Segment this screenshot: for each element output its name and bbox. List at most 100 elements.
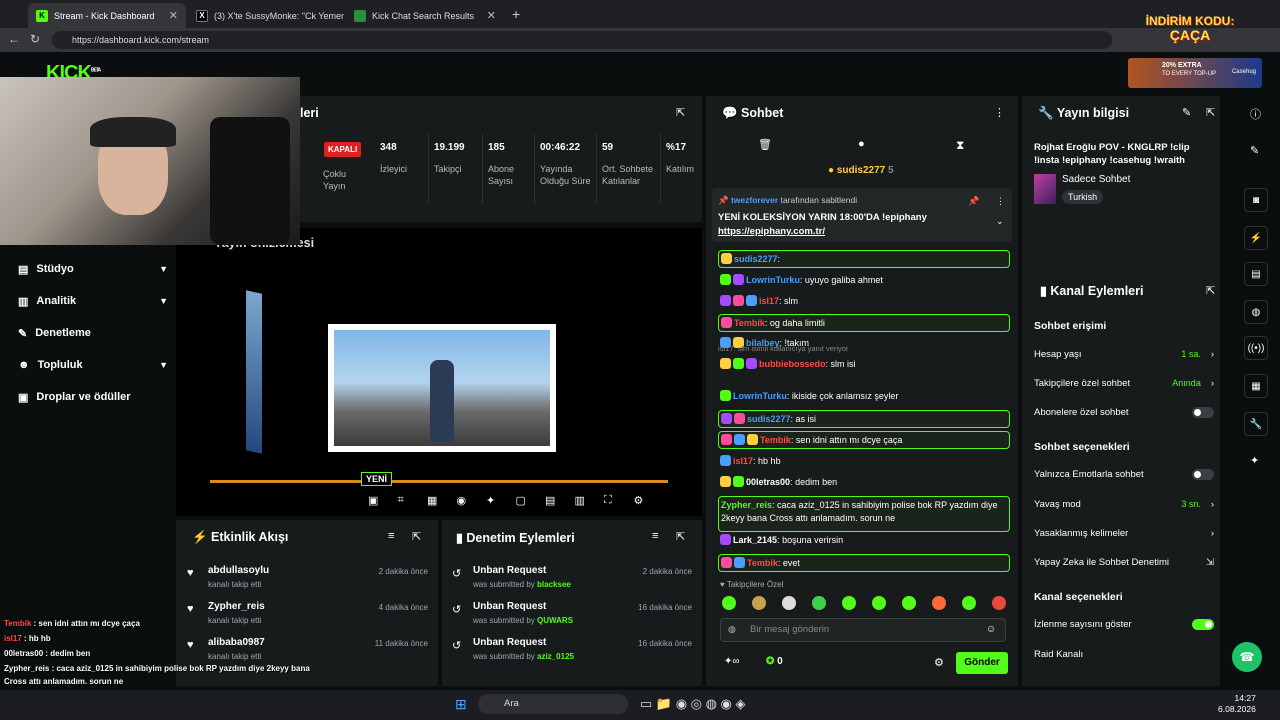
chevron-down-icon[interactable]: ⌄ bbox=[996, 216, 1004, 227]
windows-start-icon[interactable]: ⊞ bbox=[455, 696, 467, 713]
close-tab-icon[interactable]: ✕ bbox=[169, 9, 178, 22]
url-input[interactable]: https://dashboard.kick.com/stream bbox=[52, 31, 1112, 49]
activity-user[interactable]: alibaba0987 bbox=[208, 637, 265, 648]
gear-icon[interactable]: ⚙ bbox=[634, 494, 644, 507]
chat-username[interactable]: Tembik bbox=[734, 318, 765, 328]
pen-icon[interactable]: ✎ bbox=[1250, 144, 1259, 157]
popout-icon[interactable]: ⇱ bbox=[1206, 284, 1215, 297]
film-icon[interactable]: ▥ bbox=[575, 494, 585, 507]
camera-icon[interactable]: ◙ bbox=[1244, 188, 1268, 212]
emote-icon[interactable] bbox=[782, 596, 796, 610]
chat-menu-icon[interactable]: ⋮ bbox=[994, 106, 1005, 119]
tab-kick-chat-search[interactable]: Kick Chat Search Results ✕ bbox=[346, 3, 504, 28]
tab-x-post[interactable]: X(3) X'te SussyMonke: "Ck Yememe✕ bbox=[188, 3, 344, 28]
chat-username[interactable]: Zypher_reis bbox=[721, 500, 772, 510]
chat-username[interactable]: isl17 bbox=[733, 456, 753, 466]
emote-only-toggle[interactable] bbox=[1192, 468, 1214, 480]
play-circle-icon[interactable]: ◉ bbox=[457, 494, 467, 507]
trash-icon[interactable]: 🗑 bbox=[758, 138, 772, 151]
image-icon[interactable]: ▤ bbox=[545, 494, 555, 507]
chat-username[interactable]: LowrinTurku bbox=[746, 275, 800, 285]
sparkle-icon[interactable]: ✦ bbox=[486, 494, 495, 507]
gear-icon[interactable]: ⚙ bbox=[934, 656, 944, 669]
mod-action-name[interactable]: Unban Request bbox=[473, 565, 546, 576]
pin-menu-icon[interactable]: ⋮ bbox=[996, 196, 1005, 207]
slow-mode-row[interactable]: Yavaş mod 3 sn. › bbox=[1034, 497, 1224, 511]
popout-icon[interactable]: ⇱ bbox=[1206, 106, 1215, 119]
followers-only-row[interactable]: Takipçilere özel sohbet Anında › bbox=[1034, 376, 1224, 390]
chevron-down-icon: ▼ bbox=[159, 264, 168, 274]
sidebar-item-studio[interactable]: ▤ Stüdyo ▼ bbox=[18, 258, 168, 280]
support-icon[interactable]: ☎ bbox=[1232, 642, 1262, 672]
sidebar-item-drops[interactable]: ▣ Droplar ve ödüller bbox=[18, 386, 168, 408]
raid-channel-row[interactable]: Raid Kanalı bbox=[1034, 647, 1224, 661]
emote-icon[interactable] bbox=[962, 596, 976, 610]
mod-action-name[interactable]: Unban Request bbox=[473, 637, 546, 648]
broadcast-icon[interactable]: ((•)) bbox=[1244, 336, 1268, 360]
popout-icon[interactable]: ⇱ bbox=[676, 106, 685, 119]
emote-icon[interactable] bbox=[872, 596, 886, 610]
frame-icon[interactable]: ▢ bbox=[516, 494, 526, 507]
ai-moderation-row[interactable]: Yapay Zeka ile Sohbet Denetimi ⇲ bbox=[1034, 555, 1224, 569]
emote-icon[interactable] bbox=[902, 596, 916, 610]
new-tab-icon[interactable]: + bbox=[512, 6, 520, 22]
chat-username[interactable]: 00letras00 bbox=[746, 477, 790, 487]
filter-icon[interactable]: ≡ bbox=[388, 530, 394, 542]
crop-icon[interactable]: ⌗ bbox=[398, 494, 404, 507]
popout-icon[interactable]: ⇱ bbox=[412, 530, 421, 543]
wrench-icon[interactable]: 🔧 bbox=[1244, 412, 1268, 436]
popout-icon[interactable]: ⇱ bbox=[676, 530, 685, 543]
tab-kick-dashboard[interactable]: K Stream - Kick Dashboard ✕ bbox=[28, 3, 186, 28]
document-icon[interactable]: ▤ bbox=[1244, 262, 1268, 286]
view-count-toggle[interactable] bbox=[1192, 618, 1214, 630]
banned-words-row[interactable]: Yasaklanmış kelimeler › bbox=[1034, 526, 1224, 540]
taskbar-apps-icon[interactable]: ▭ 📁 ◉ ◎ ◍ ◉ ◈ bbox=[640, 696, 746, 712]
edit-icon[interactable]: ✎ bbox=[1182, 106, 1191, 119]
chat-bubble-icon[interactable]: ● bbox=[858, 138, 865, 150]
gift-icon[interactable]: ✦∞ bbox=[724, 656, 740, 667]
camera-icon[interactable]: ▣ bbox=[368, 494, 378, 507]
send-button[interactable]: Gönder bbox=[956, 652, 1008, 674]
chat-username[interactable]: Tembik bbox=[760, 435, 791, 445]
filter-icon[interactable]: ≡ bbox=[652, 530, 658, 542]
activity-user[interactable]: abdullasoylu bbox=[208, 565, 269, 576]
chat-username[interactable]: sudis2277 bbox=[747, 414, 791, 424]
emote-icon[interactable] bbox=[722, 596, 736, 610]
ad-banner[interactable]: 20% EXTRA TO EVERY TOP-UP Casehug bbox=[1128, 58, 1262, 88]
emote-icon[interactable] bbox=[752, 596, 766, 610]
chat-username[interactable]: sudis2277 bbox=[734, 254, 778, 264]
lightning-icon[interactable]: ⚡ bbox=[1244, 226, 1268, 250]
emote-icon[interactable] bbox=[992, 596, 1006, 610]
hourglass-icon[interactable]: ⧗ bbox=[956, 138, 964, 153]
close-tab-icon[interactable]: ✕ bbox=[487, 9, 496, 22]
chat-username[interactable]: bubbiebossedo bbox=[759, 359, 826, 369]
chat-username[interactable]: LowrinTurku bbox=[733, 391, 787, 401]
layout-icon[interactable]: ▦ bbox=[427, 494, 437, 507]
mod-action-name[interactable]: Unban Request bbox=[473, 601, 546, 612]
subscribers-only-toggle[interactable] bbox=[1192, 406, 1214, 418]
emote-icon[interactable] bbox=[842, 596, 856, 610]
layout-icon[interactable]: ▦ bbox=[1244, 374, 1268, 398]
taskbar-search[interactable]: Ara bbox=[478, 694, 628, 714]
back-icon[interactable]: ← bbox=[8, 32, 20, 46]
sidebar-item-analytics[interactable]: ▥ Analitik ▼ bbox=[18, 290, 168, 312]
chat-icon[interactable]: ◍ bbox=[1244, 300, 1268, 324]
fullscreen-icon[interactable]: ⛶ bbox=[604, 494, 612, 507]
sidebar-item-moderation[interactable]: ✎ Denetleme bbox=[18, 322, 168, 344]
pinned-link[interactable]: https://epiphany.com.tr/ bbox=[718, 226, 825, 237]
emote-icon[interactable] bbox=[812, 596, 826, 610]
emoji-icon[interactable]: ☺ bbox=[986, 624, 996, 635]
chat-username[interactable]: isl17 bbox=[759, 296, 779, 306]
chat-username[interactable]: Lark_2145 bbox=[733, 535, 777, 545]
sidebar-item-community[interactable]: ☻ Topluluk ▼ bbox=[18, 354, 168, 376]
info-icon[interactable]: ⓘ bbox=[1250, 106, 1261, 122]
unpin-icon[interactable]: 📌 bbox=[968, 196, 979, 207]
category-name[interactable]: Sadece Sohbet bbox=[1062, 174, 1130, 185]
reload-icon[interactable]: ↻ bbox=[30, 32, 40, 46]
apps-icon[interactable]: ✦ bbox=[1250, 454, 1259, 467]
user-badge-icon bbox=[721, 413, 732, 424]
chat-username[interactable]: Tembik bbox=[747, 558, 778, 568]
emote-icon[interactable] bbox=[932, 596, 946, 610]
activity-user[interactable]: Zypher_reis bbox=[208, 601, 265, 612]
account-age-row[interactable]: Hesap yaşı 1 sa. › bbox=[1034, 347, 1224, 361]
